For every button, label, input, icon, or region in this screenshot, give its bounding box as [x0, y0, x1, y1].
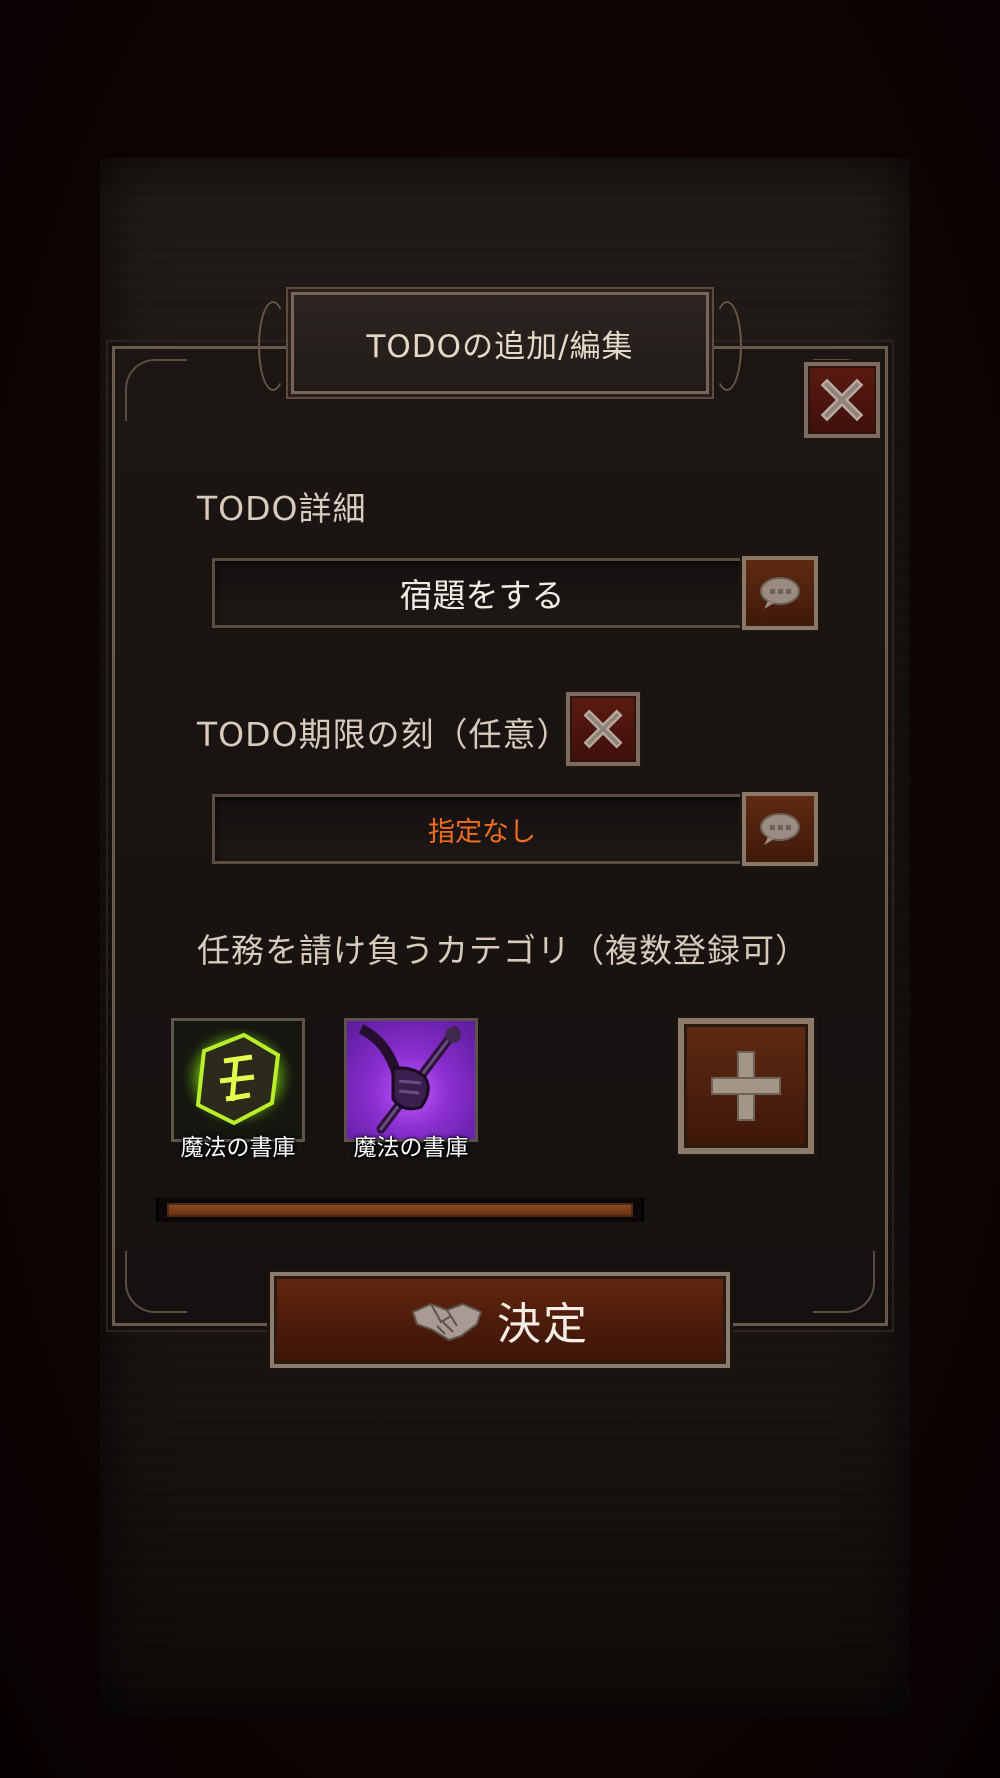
green-rune-stone-icon: [182, 1027, 294, 1127]
category-label: 魔法の書庫: [180, 1135, 296, 1161]
categories-label: 任務を請け負うカテゴリ（複数登録可）: [197, 931, 809, 970]
scroll-ornament-right: [712, 301, 742, 391]
close-x-icon: [820, 378, 864, 422]
deadline-value: 指定なし: [428, 816, 536, 848]
category-card[interactable]: [171, 1018, 305, 1142]
corner-ornament: [125, 359, 187, 421]
confirm-button[interactable]: 決定: [270, 1272, 730, 1368]
deadline-input[interactable]: 指定なし: [212, 794, 752, 864]
detail-label: TODO詳細: [197, 489, 367, 528]
dialog-title: TODOの追加/編集: [366, 328, 634, 365]
dialog-title-plate: TODOの追加/編集: [258, 292, 742, 394]
deadline-edit-button[interactable]: [742, 792, 818, 866]
detail-value: 宿題をする: [399, 576, 565, 615]
screen: TODOの追加/編集 TODO詳細 宿題をする TODO期限の刻（任意） 指定な…: [0, 0, 1000, 1778]
deadline-clear-button[interactable]: [566, 692, 640, 766]
handshake-icon: [411, 1302, 483, 1342]
plus-icon: [711, 1051, 781, 1121]
detail-input[interactable]: 宿題をする: [212, 558, 752, 628]
speech-bubble-icon: [760, 577, 800, 609]
close-button[interactable]: [804, 362, 880, 438]
category-label: 魔法の書庫: [353, 1135, 469, 1161]
scroll-ornament-left: [258, 301, 288, 391]
deadline-label: TODO期限の刻（任意）: [197, 715, 571, 754]
corner-ornament: [125, 1251, 187, 1313]
confirm-label: 決定: [497, 1299, 589, 1350]
detail-edit-button[interactable]: [742, 556, 818, 630]
category-card[interactable]: [344, 1018, 478, 1142]
add-category-button[interactable]: [678, 1018, 814, 1154]
speech-bubble-icon: [760, 813, 800, 845]
purple-gauntlet-staff-icon: [358, 1024, 461, 1134]
corner-ornament: [813, 1251, 875, 1313]
category-scrollbar[interactable]: [156, 1198, 644, 1222]
close-x-icon: [583, 709, 623, 749]
scrollbar-thumb[interactable]: [167, 1203, 633, 1217]
